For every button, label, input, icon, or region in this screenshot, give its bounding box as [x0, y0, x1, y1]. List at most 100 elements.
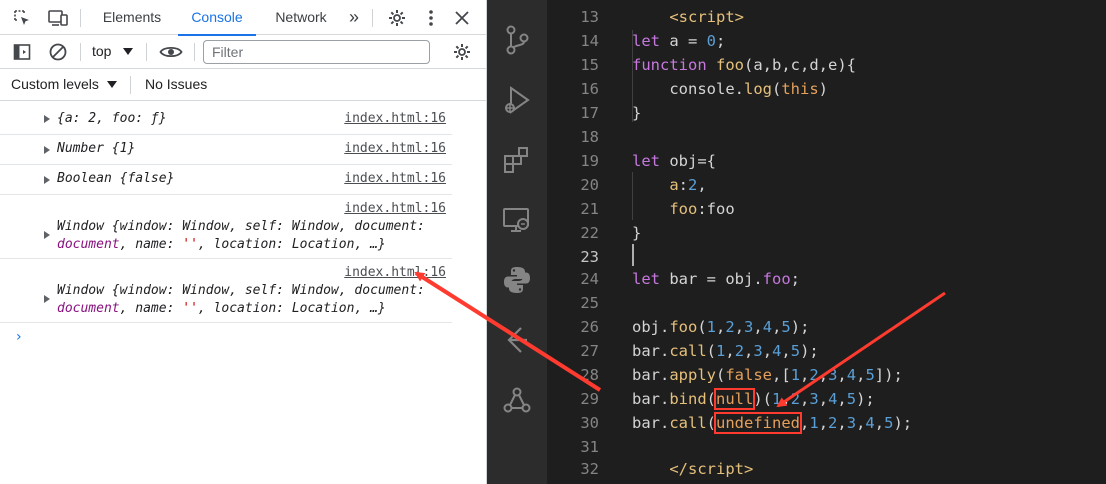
toolbar-divider — [194, 43, 195, 61]
code-line: bar.call(1,2,3,4,5); — [632, 342, 819, 360]
code-line: bar.bind(null)(1,2,3,4,5); — [632, 388, 875, 410]
source-link[interactable]: index.html:16 — [344, 111, 446, 126]
code-line: } — [632, 104, 642, 122]
line-number: 31 — [580, 438, 599, 456]
line-number: 28 — [580, 366, 599, 384]
code-editor[interactable]: 13 14 15 16 17 18 19 20 21 22 23 24 25 26 27 28 29 30 31 32… — [547, 0, 1106, 484]
code-line: a:2, — [669, 176, 707, 194]
undefined-highlight: undefined — [714, 412, 802, 434]
line-number: 19 — [580, 152, 599, 170]
sidebar-toggle-icon[interactable] — [11, 41, 33, 63]
expand-triangle-icon[interactable] — [44, 146, 50, 154]
string-value: '' — [182, 237, 198, 252]
line-number: 20 — [580, 176, 599, 194]
run-debug-icon[interactable] — [501, 84, 533, 116]
toolbar-divider — [130, 76, 131, 94]
remote-explorer-icon[interactable] — [501, 204, 533, 236]
extensions-icon[interactable] — [501, 144, 533, 176]
expand-triangle-icon[interactable] — [44, 115, 50, 123]
console-message: Boolean {false} — [57, 171, 175, 186]
line-number: 24 — [580, 270, 599, 288]
text-fragment: , location: Location, …} — [197, 237, 386, 252]
live-share-icon[interactable] — [501, 384, 533, 416]
code-line: bar.call(undefined,1,2,3,4,5); — [632, 412, 913, 434]
line-number: 15 — [580, 56, 599, 74]
line-number: 21 — [580, 200, 599, 218]
issues-indicator[interactable]: No Issues — [145, 76, 207, 92]
expand-triangle-icon[interactable] — [44, 295, 50, 303]
console-settings-gear-icon[interactable] — [451, 41, 473, 63]
line-number: 18 — [580, 128, 599, 146]
code-line: let obj={ — [632, 152, 716, 170]
expand-triangle-icon[interactable] — [44, 176, 50, 184]
console-message-cont: document, name: '', location: Location, … — [57, 237, 386, 252]
code-line: <script> — [669, 8, 744, 26]
line-number: 29 — [580, 390, 599, 408]
clear-console-icon[interactable] — [47, 41, 69, 63]
console-message: Window {window: Window, self: Window, do… — [57, 219, 425, 234]
filter-input[interactable] — [203, 40, 430, 64]
console-row[interactable]: Boolean {false} index.html:16 — [0, 165, 452, 195]
more-tabs-button[interactable]: » — [342, 0, 366, 35]
code-line: } — [632, 224, 642, 242]
null-highlight: null — [713, 388, 756, 410]
toolbar-divider — [80, 43, 81, 61]
console-prompt[interactable]: › — [16, 329, 22, 345]
console-row[interactable]: {a: 2, foo: ƒ} index.html:16 — [0, 105, 452, 135]
prop-value: document — [57, 301, 120, 316]
line-number: 17 — [580, 104, 599, 122]
more-options-icon[interactable] — [420, 7, 442, 29]
console-row[interactable]: index.html:16 Window {window: Window, se… — [0, 259, 452, 323]
python-icon[interactable] — [501, 264, 533, 296]
source-link[interactable]: index.html:16 — [344, 141, 446, 156]
expand-triangle-icon[interactable] — [44, 231, 50, 239]
code-line: foo:foo — [669, 200, 735, 218]
source-control-icon[interactable] — [501, 24, 533, 56]
console-message-cont: document, name: '', location: Location, … — [57, 301, 386, 316]
prop-value: document — [57, 237, 120, 252]
code-line: console.log(this) — [632, 80, 828, 98]
source-link[interactable]: index.html:16 — [344, 201, 446, 216]
tab-network[interactable]: Network — [264, 0, 338, 35]
source-link[interactable]: index.html:16 — [344, 265, 446, 280]
line-number: 22 — [580, 224, 599, 242]
console-row[interactable]: Number {1} index.html:16 — [0, 135, 452, 165]
context-selector[interactable]: top — [92, 43, 111, 59]
code-line: bar.apply(false,[1,2,3,4,5]); — [632, 366, 903, 384]
code-line: obj.foo(1,2,3,4,5); — [632, 318, 810, 336]
text-fragment: , name: — [119, 237, 183, 252]
inspect-element-icon[interactable] — [11, 7, 33, 29]
text-fragment: , location: Location, …} — [197, 301, 386, 316]
tab-console[interactable]: Console — [178, 0, 256, 36]
levels-bar: Custom levels No Issues — [0, 69, 487, 101]
device-toolbar-icon[interactable] — [47, 7, 69, 29]
devtools-tabbar: Elements Console Network » — [0, 0, 487, 36]
console-output: {a: 2, foo: ƒ} index.html:16 Number {1} … — [0, 101, 487, 484]
line-number: 13 — [580, 8, 599, 26]
line-number: 30 — [580, 414, 599, 432]
testing-icon[interactable] — [501, 324, 533, 356]
code-line: let bar = obj.foo; — [632, 270, 800, 288]
toolbar-divider — [372, 9, 373, 27]
code-line: let a = 0; — [632, 32, 726, 50]
line-number: 27 — [580, 342, 599, 360]
toolbar-divider — [146, 43, 147, 61]
line-number: 32 — [580, 460, 599, 478]
console-message: {a: 2, foo: ƒ} — [57, 111, 167, 126]
chevron-down-icon[interactable] — [123, 48, 133, 55]
settings-gear-icon[interactable] — [386, 7, 408, 29]
code-line: function foo(a,b,c,d,e){ — [632, 56, 856, 74]
text-fragment: , name: — [119, 301, 183, 316]
custom-levels-dropdown[interactable]: Custom levels — [11, 76, 99, 92]
text-cursor — [632, 244, 634, 266]
string-value: '' — [182, 301, 198, 316]
chevron-down-icon[interactable] — [107, 81, 117, 88]
console-message: Window {window: Window, self: Window, do… — [57, 283, 425, 298]
tab-elements[interactable]: Elements — [92, 0, 172, 35]
close-icon[interactable] — [451, 7, 473, 29]
activity-bar — [487, 0, 547, 484]
console-row[interactable]: index.html:16 Window {window: Window, se… — [0, 195, 452, 259]
eye-icon[interactable] — [158, 41, 184, 63]
source-link[interactable]: index.html:16 — [344, 171, 446, 186]
line-number: 26 — [580, 318, 599, 336]
